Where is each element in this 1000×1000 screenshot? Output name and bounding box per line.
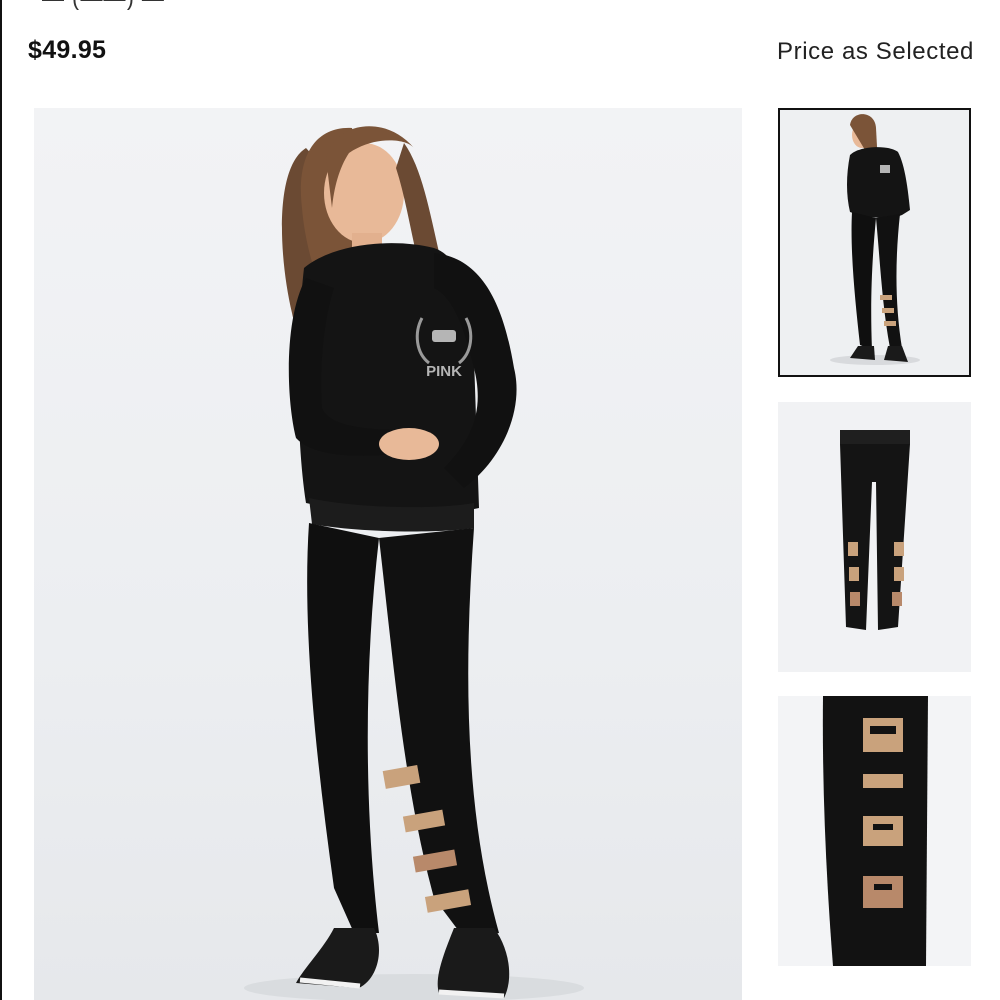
cut-off-heading-text: — (——) — (42, 0, 165, 10)
thumbnail-model-illustration (780, 110, 969, 375)
thumbnail-model-full[interactable] (778, 108, 971, 377)
price-note: Price as Selected (777, 38, 974, 65)
thumbnail-leggings-flat-illustration (778, 402, 971, 672)
main-product-image[interactable]: PINK (34, 108, 742, 1000)
model-illustration: PINK (244, 126, 584, 1000)
cut-off-heading: — (——) — (2, 0, 1000, 10)
logo-text: PINK (426, 363, 462, 380)
thumbnail-leggings-detail[interactable] (778, 696, 971, 966)
product-price: $49.95 (28, 36, 107, 64)
product-page: — (——) — $49.95 Price as Selected (0, 0, 1000, 1000)
thumbnail-leggings-detail-illustration (778, 696, 971, 966)
thumbnail-leggings-flat[interactable] (778, 402, 971, 672)
